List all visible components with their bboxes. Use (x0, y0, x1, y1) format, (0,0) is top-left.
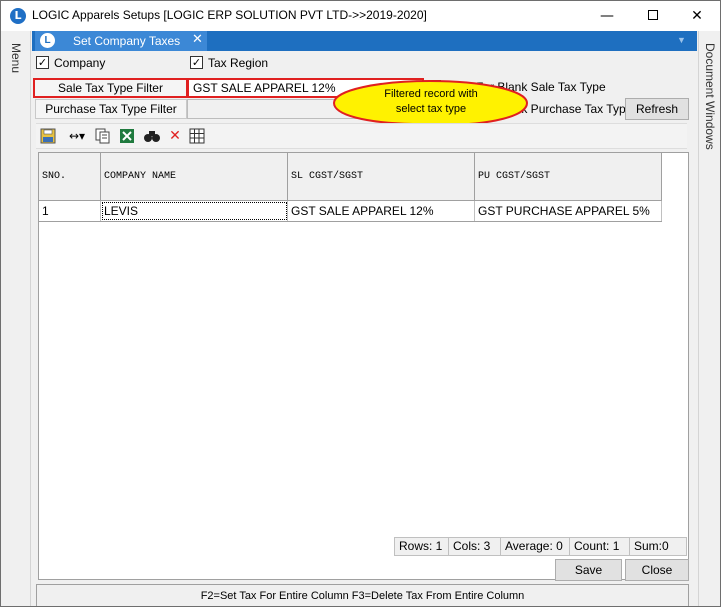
status-count: Count: 1 (569, 537, 629, 556)
document-windows-label: Document Windows (703, 43, 717, 150)
copy-icon[interactable] (95, 128, 111, 145)
tax-region-option[interactable]: ✓ Tax Region (190, 56, 268, 70)
tax-region-checkbox-label: Tax Region (208, 56, 269, 70)
callout-line-1: Filtered record with (384, 88, 478, 100)
delete-icon[interactable]: ✕ (167, 128, 183, 145)
column-header-sno[interactable]: SNO. (39, 153, 101, 200)
cell-sno[interactable]: 1 (39, 201, 101, 221)
grid-header-row: SNO. COMPANY NAME SL CGST/SGST PU CGST/S… (39, 153, 662, 201)
minimize-button[interactable]: — (584, 1, 630, 31)
title-bar: L LOGIC Apparels Setups [LOGIC ERP SOLUT… (1, 1, 720, 31)
column-header-sl-cgst-sgst[interactable]: SL CGST/SGST (288, 153, 475, 200)
tab-label: Set Company Taxes (73, 34, 181, 48)
logic-logo-icon: L (10, 8, 26, 24)
maximize-button[interactable] (630, 1, 676, 31)
window-title: LOGIC Apparels Setups [LOGIC ERP SOLUTIO… (32, 8, 427, 22)
shortcut-hint-bar: F2=Set Tax For Entire Column F3=Delete T… (36, 584, 689, 606)
maximize-icon (648, 9, 658, 20)
close-button[interactable]: Close (625, 559, 689, 581)
column-width-icon[interactable]: ↔▾ (64, 128, 90, 145)
column-header-pu-cgst-sgst[interactable]: PU CGST/SGST (475, 153, 662, 200)
company-option[interactable]: ✓ Company (36, 56, 105, 70)
sale-tax-type-filter-value: GST SALE APPAREL 12% (193, 81, 336, 95)
excel-export-icon[interactable] (119, 128, 135, 145)
save-layout-icon[interactable] (40, 128, 56, 145)
tab-close-icon[interactable]: ✕ (192, 32, 203, 47)
set-company-taxes-form: ✓ Company ✓ Tax Region Sale Tax Type Filte… (32, 51, 697, 606)
logic-logo-icon: L (40, 33, 55, 48)
document-tab-bar: L Set Company Taxes ✕ ▼ (32, 31, 697, 51)
callout-text: Filtered record with select tax type (351, 87, 511, 117)
tax-region-checkbox[interactable]: ✓ (190, 56, 203, 70)
status-average: Average: 0 (500, 537, 569, 556)
refresh-button[interactable]: Refresh (625, 98, 689, 120)
document-windows-panel-toggle[interactable]: Document Windows (698, 31, 720, 606)
close-window-button[interactable]: ✕ (674, 1, 720, 31)
table-row[interactable]: 1 LEVIS GST SALE APPAREL 12% GST PURCHAS… (39, 201, 662, 222)
company-taxes-grid[interactable]: SNO. COMPANY NAME SL CGST/SGST PU CGST/S… (38, 152, 689, 580)
menu-label: Menu (9, 43, 23, 74)
find-icon[interactable] (143, 128, 161, 145)
cell-sl-cgst-sgst[interactable]: GST SALE APPAREL 12% (288, 201, 475, 221)
menu-panel-toggle[interactable]: Menu (1, 31, 31, 606)
save-button[interactable]: Save (555, 559, 622, 581)
callout-line-2: select tax type (395, 103, 467, 115)
minimize-icon: — (600, 8, 614, 24)
status-sum: Sum:0 (629, 537, 687, 556)
status-cols: Cols: 3 (448, 537, 500, 556)
cell-pu-cgst-sgst[interactable]: GST PURCHASE APPAREL 5% (475, 201, 662, 221)
tab-list-dropdown-icon[interactable]: ▼ (677, 35, 686, 45)
company-checkbox[interactable]: ✓ (36, 56, 49, 70)
company-checkbox-label: Company (54, 56, 106, 70)
close-icon: ✕ (691, 8, 703, 24)
app-window: L LOGIC Apparels Setups [LOGIC ERP SOLUT… (0, 0, 721, 607)
cell-company-name[interactable]: LEVIS (101, 201, 288, 221)
grid-toolbar: ↔▾ ✕ (36, 123, 687, 149)
sale-tax-type-filter-label: Sale Tax Type Filter (33, 78, 188, 98)
grid-icon[interactable] (189, 128, 205, 145)
column-header-company-name[interactable]: COMPANY NAME (101, 153, 288, 200)
tab-set-company-taxes[interactable]: L Set Company Taxes ✕ (35, 31, 207, 51)
status-rows: Rows: 1 (394, 537, 448, 556)
purchase-tax-type-filter-label: Purchase Tax Type Filter (35, 99, 187, 119)
